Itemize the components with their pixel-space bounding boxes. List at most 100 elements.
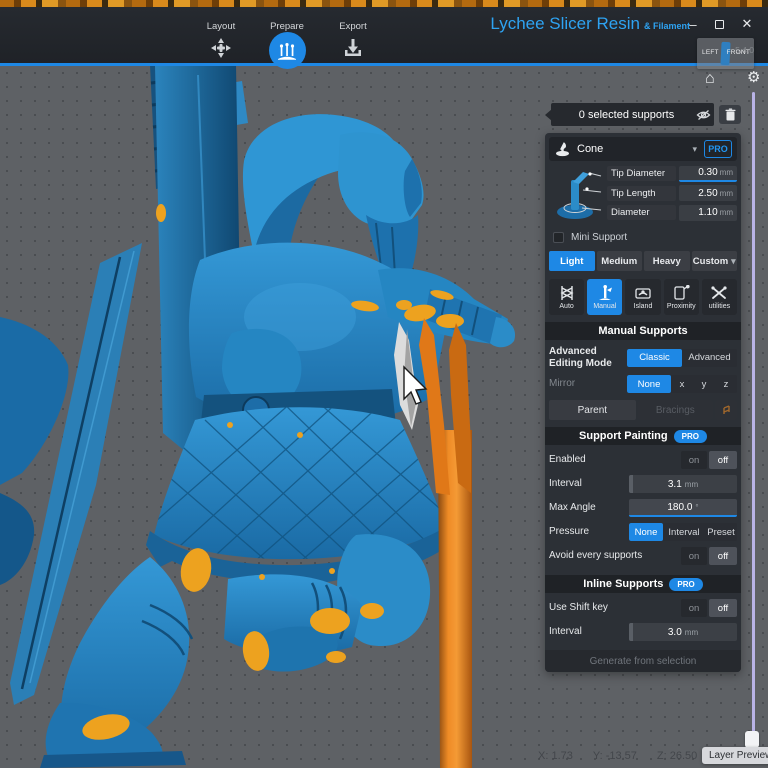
support-diagram bbox=[549, 164, 607, 222]
tool-manual-button[interactable]: Manual bbox=[587, 279, 622, 315]
close-button[interactable]: ✕ bbox=[738, 15, 756, 33]
weight-medium-button[interactable]: Medium bbox=[597, 251, 643, 271]
tip-parameters: Tip Diameter 0.30mm Tip Length 2.50mm Di… bbox=[549, 164, 737, 222]
interval-label: Interval bbox=[549, 478, 629, 490]
tip-length-row: Tip Length 2.50mm bbox=[607, 185, 737, 202]
support-painting-title: Support Painting PRO bbox=[545, 427, 741, 445]
utilities-wrench-icon bbox=[710, 285, 728, 301]
pro-badge: PRO bbox=[669, 578, 702, 591]
editing-advanced-button[interactable]: Advanced bbox=[682, 349, 737, 367]
mirror-z-button[interactable]: z bbox=[715, 375, 737, 393]
mirror-none-button[interactable]: None bbox=[627, 375, 671, 393]
inline-interval-input[interactable]: 3.0mm bbox=[629, 623, 737, 641]
mini-support-row: Mini Support bbox=[549, 229, 737, 245]
delete-supports-button[interactable] bbox=[719, 105, 741, 124]
tab-layout-label: Layout bbox=[207, 21, 236, 32]
enabled-off-button[interactable]: off bbox=[709, 451, 737, 469]
desktop-background-strip bbox=[0, 0, 768, 7]
diameter-input[interactable]: 1.10mm bbox=[679, 205, 737, 221]
shift-on-button[interactable]: on bbox=[681, 599, 707, 617]
layer-slider-track[interactable] bbox=[752, 92, 755, 745]
viewcube-front-label: FRONT bbox=[727, 49, 750, 56]
layer-preview-tooltip: Layer Preview bbox=[702, 747, 768, 764]
weight-heavy-button[interactable]: Heavy bbox=[644, 251, 690, 271]
pro-badge: PRO bbox=[674, 430, 707, 443]
mirror-segment: None x y z bbox=[627, 375, 737, 393]
tip-length-input[interactable]: 2.50mm bbox=[679, 185, 737, 201]
eye-off-icon bbox=[696, 109, 711, 121]
tab-layout[interactable]: Layout bbox=[198, 21, 244, 60]
hide-supports-button[interactable] bbox=[692, 105, 714, 124]
advanced-editing-row: Advanced Editing Mode Classic Advanced bbox=[549, 346, 737, 369]
bracings-button[interactable]: Bracings bbox=[638, 400, 713, 420]
drag-handle[interactable] bbox=[629, 623, 633, 641]
mode-tabs: Layout Prepare Export bbox=[198, 21, 376, 67]
editing-mode-segment: Classic Advanced bbox=[627, 349, 737, 367]
mirror-x-button[interactable]: x bbox=[671, 375, 693, 393]
painting-interval-input[interactable]: 3.1mm bbox=[629, 475, 737, 493]
layout-move-icon bbox=[209, 36, 233, 60]
weight-custom-button[interactable]: Custom▾ bbox=[692, 251, 738, 271]
pressure-preset-button[interactable]: Preset bbox=[705, 523, 737, 541]
maximize-button[interactable] bbox=[710, 15, 728, 33]
caret-down-icon: ▾ bbox=[692, 144, 697, 155]
tab-prepare[interactable]: Prepare bbox=[264, 21, 310, 67]
drag-handle[interactable] bbox=[629, 475, 633, 493]
pressure-segment: None Interval Preset bbox=[629, 523, 737, 541]
support-weight-buttons: Light Medium Heavy Custom▾ bbox=[549, 251, 737, 271]
shift-off-button[interactable]: off bbox=[709, 599, 737, 617]
auto-supports-icon bbox=[558, 285, 576, 301]
mirror-label: Mirror bbox=[549, 378, 627, 390]
enabled-on-button[interactable]: on bbox=[681, 451, 707, 469]
home-view-button[interactable]: ⌂ bbox=[705, 71, 715, 87]
settings-button[interactable]: ⚙ bbox=[747, 70, 760, 85]
pressure-none-button[interactable]: None bbox=[629, 523, 663, 541]
tip-diameter-row: Tip Diameter 0.30mm bbox=[607, 165, 737, 182]
accent-divider bbox=[0, 63, 768, 66]
diameter-label: Diameter bbox=[607, 205, 676, 220]
tool-island-button[interactable]: Island bbox=[625, 279, 660, 315]
pro-badge-button[interactable]: PRO bbox=[704, 140, 732, 158]
painting-interval-row: Interval 3.1mm bbox=[549, 475, 737, 493]
support-tip-type-value: Cone bbox=[577, 143, 692, 155]
mini-support-checkbox[interactable] bbox=[553, 232, 564, 243]
trash-icon bbox=[725, 108, 736, 121]
avoid-off-button[interactable]: off bbox=[709, 547, 737, 565]
support-tip-type-select[interactable]: Cone ▾ PRO bbox=[549, 137, 737, 161]
use-shift-toggle: on off bbox=[681, 599, 737, 617]
coord-z: Z: 26.50 bbox=[657, 750, 697, 762]
editing-classic-button[interactable]: Classic bbox=[627, 349, 682, 367]
parent-button[interactable]: Parent bbox=[549, 400, 636, 420]
enabled-toggle: on off bbox=[681, 451, 737, 469]
tool-auto-button[interactable]: Auto bbox=[549, 279, 584, 315]
tool-utilities-button[interactable]: utilities bbox=[702, 279, 737, 315]
close-icon: ✕ bbox=[742, 16, 753, 32]
generate-from-selection-button[interactable]: Generate from selection bbox=[545, 650, 741, 672]
max-angle-row: Max Angle 180.0° bbox=[549, 499, 737, 517]
tab-export[interactable]: Export bbox=[330, 21, 376, 60]
cursor-coordinates: X: 1.73 Y: -13.57 Z: 26.50 bbox=[538, 750, 697, 762]
support-tool-tabs: Auto Manual Island Proximity bbox=[549, 279, 737, 315]
view-cube[interactable]: LEFT FRONT bbox=[697, 38, 754, 69]
parent-bracings-row: Parent Bracings bbox=[549, 400, 737, 420]
diameter-row: Diameter 1.10mm bbox=[607, 204, 737, 221]
avoid-supports-label: Avoid every supports bbox=[549, 550, 681, 562]
tool-proximity-button[interactable]: Proximity bbox=[664, 279, 699, 315]
tip-diameter-input[interactable]: 0.30mm bbox=[679, 166, 737, 182]
minimize-button[interactable]: – bbox=[684, 15, 702, 33]
inline-supports-title: Inline Supports PRO bbox=[545, 575, 741, 593]
tab-prepare-label: Prepare bbox=[270, 21, 304, 32]
avoid-on-button[interactable]: on bbox=[681, 547, 707, 565]
bracings-settings-button[interactable] bbox=[715, 400, 737, 420]
weight-light-button[interactable]: Light bbox=[549, 251, 595, 271]
max-angle-input[interactable]: 180.0° bbox=[629, 499, 737, 517]
pressure-interval-button[interactable]: Interval bbox=[663, 523, 705, 541]
maximize-icon bbox=[715, 20, 724, 29]
pressure-label: Pressure bbox=[549, 526, 629, 538]
layer-slider-handle[interactable] bbox=[745, 731, 759, 748]
selected-supports-count: 0 selected supports bbox=[561, 109, 692, 121]
proximity-icon bbox=[672, 285, 690, 301]
mirror-y-button[interactable]: y bbox=[693, 375, 715, 393]
avoid-toggle: on off bbox=[681, 547, 737, 565]
caret-down-icon: ▾ bbox=[731, 256, 736, 267]
